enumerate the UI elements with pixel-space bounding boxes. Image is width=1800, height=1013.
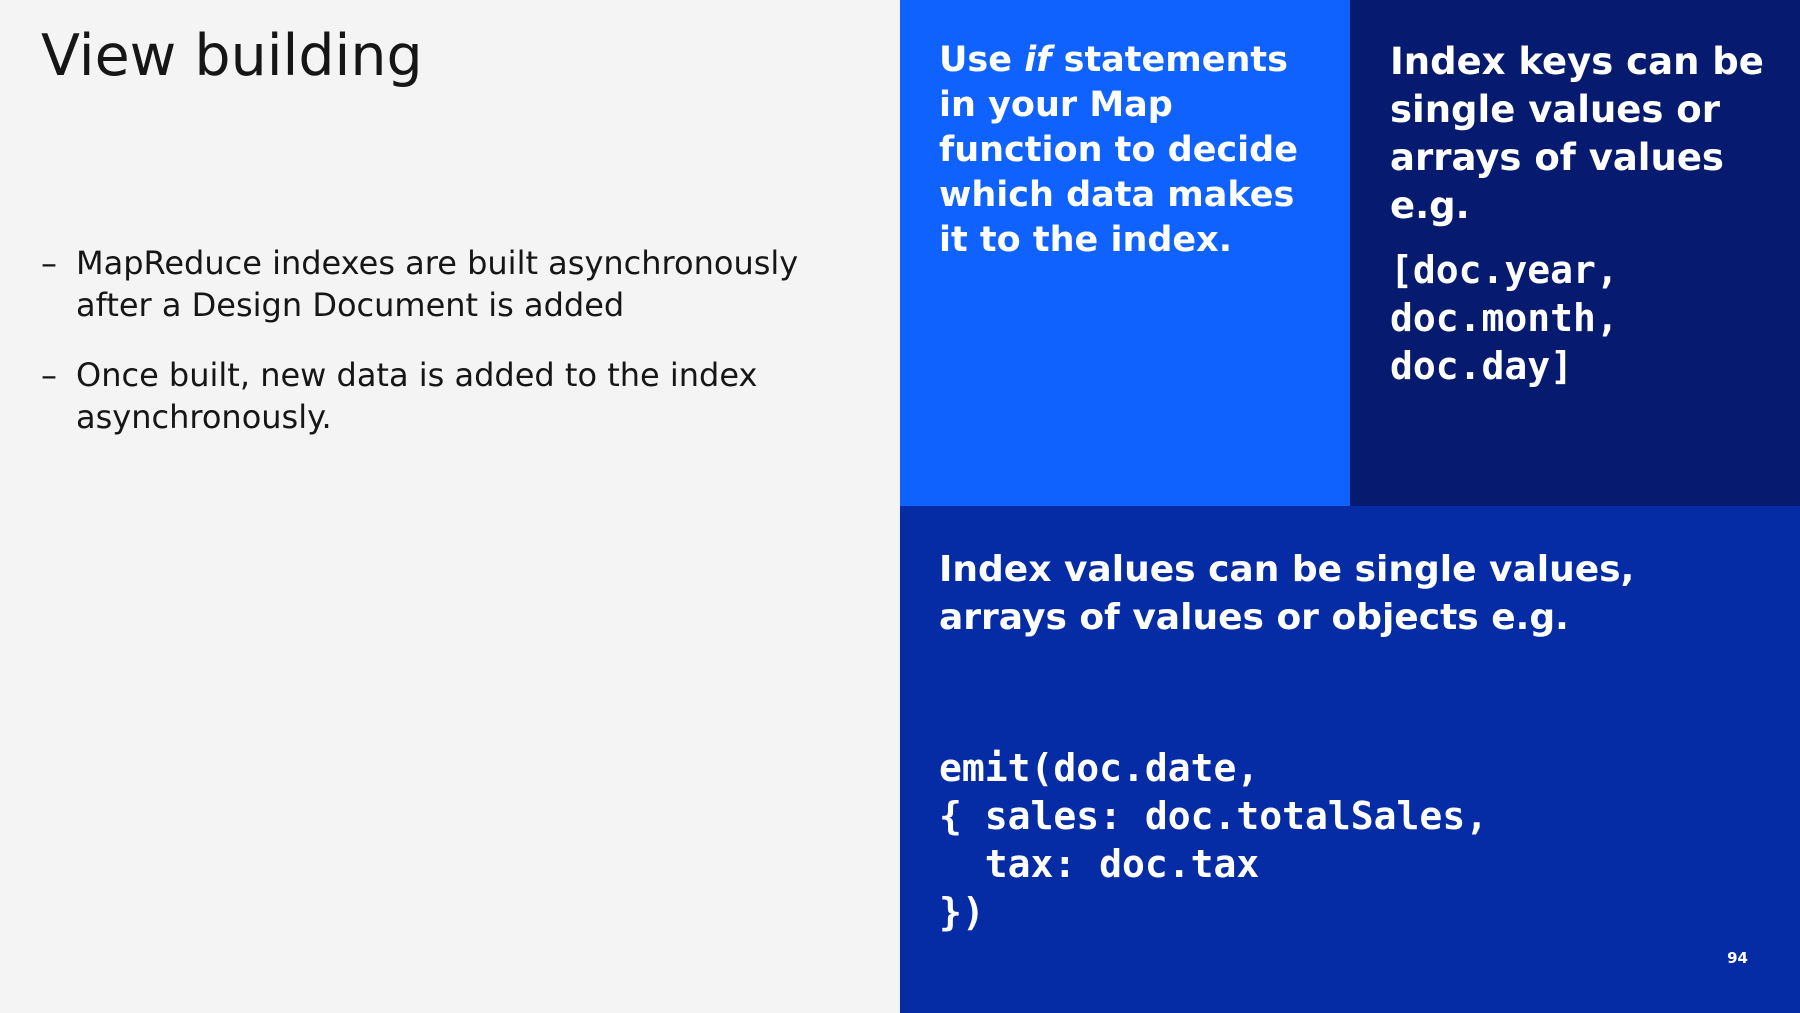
bullet-dash: – xyxy=(41,356,57,394)
page-number: 94 xyxy=(1727,949,1748,967)
text-segment: Use xyxy=(939,40,1025,80)
content-area: View building – MapReduce indexes are bu… xyxy=(0,0,900,1013)
bullet-text: MapReduce indexes are built asynchronous… xyxy=(76,244,799,324)
index-values-panel: Index values can be single values, array… xyxy=(900,506,1800,1013)
emit-code: emit(doc.date, { sales: doc.totalSales, … xyxy=(939,746,1489,934)
index-keys-text: Index keys can be single values or array… xyxy=(1390,40,1764,227)
if-statements-panel: Use if statements in your Map function t… xyxy=(900,0,1350,506)
index-values-text: Index values can be single values, array… xyxy=(939,549,1635,638)
if-statements-text: Use if statements in your Map function t… xyxy=(939,38,1314,263)
bullet-item: – Once built, new data is added to the i… xyxy=(41,354,881,438)
bullet-dash: – xyxy=(41,244,57,282)
index-keys-code: [doc.year, doc.month, doc.day] xyxy=(1390,248,1619,388)
italic-keyword: if xyxy=(1024,40,1052,80)
bullet-text: Once built, new data is added to the ind… xyxy=(76,356,758,436)
bullet-item: – MapReduce indexes are built asynchrono… xyxy=(41,242,881,326)
index-keys-panel: Index keys can be single values or array… xyxy=(1350,0,1800,506)
slide-title: View building xyxy=(41,23,423,89)
bullet-list: – MapReduce indexes are built asynchrono… xyxy=(41,242,881,466)
